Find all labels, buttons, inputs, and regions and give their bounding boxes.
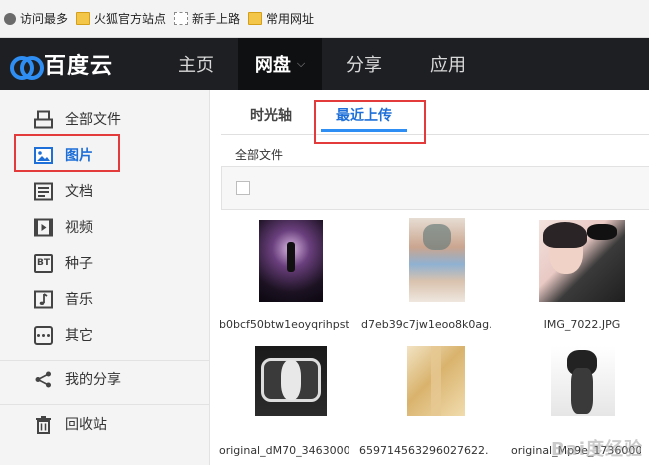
page-icon — [174, 12, 189, 25]
image-preview — [259, 220, 323, 302]
music-icon — [34, 290, 53, 309]
share-icon — [34, 370, 53, 389]
sidebar-item-label: 回收站 — [65, 417, 107, 433]
sidebar-item-documents[interactable]: 文档 — [0, 174, 210, 210]
sidebar-item-label: 全部文件 — [65, 112, 121, 128]
image-preview — [539, 220, 625, 302]
sidebar-item-music[interactable]: 音乐 — [0, 282, 210, 318]
sidebar-item-label: 我的分享 — [65, 372, 121, 388]
select-all-checkbox[interactable] — [236, 181, 250, 195]
nav-label: 网盘 — [254, 55, 291, 76]
cloud-logo-icon — [10, 52, 44, 80]
bookmark-label: 常用网址 — [266, 12, 315, 26]
nav-share[interactable]: 分享 — [322, 38, 406, 90]
file-name[interactable]: d7eb39c7jw1eoo8k0ag... — [361, 318, 491, 331]
bookmark-label: 访问最多 — [20, 12, 69, 26]
file-thumbnail[interactable] — [551, 346, 615, 416]
folder-icon — [248, 12, 263, 25]
main-content: 时光轴 最近上传 全部文件 b0bcf50btw1eoyqrihpst... d… — [211, 90, 649, 465]
sidebar-item-label: 音乐 — [65, 292, 93, 308]
gear-icon — [4, 12, 16, 25]
sidebar-divider — [0, 360, 210, 361]
file-thumbnail[interactable] — [407, 218, 467, 302]
bookmark-label: 火狐官方站点 — [94, 12, 167, 26]
sidebar-item-all-files[interactable]: 全部文件 — [0, 102, 210, 138]
bt-icon: BT — [34, 254, 53, 273]
chevron-down-icon: ⌵ — [296, 57, 306, 70]
sidebar-item-videos[interactable]: 视频 — [0, 210, 210, 246]
file-name[interactable]: b0bcf50btw1eoyqrihpst... — [219, 318, 349, 331]
folder-icon — [76, 12, 91, 25]
file-name[interactable]: 659714563296027622... — [359, 444, 489, 457]
nav-label: 主页 — [178, 55, 214, 76]
file-name[interactable]: IMG_7022.JPG — [517, 318, 647, 331]
sidebar-item-recycle-bin[interactable]: 回收站 — [0, 407, 210, 443]
sidebar-item-other[interactable]: 其它 — [0, 318, 210, 354]
file-thumbnail[interactable] — [255, 346, 327, 416]
file-name[interactable]: original_dM70_3463000... — [219, 444, 349, 457]
image-preview — [407, 346, 465, 416]
bookmark-most-visited[interactable]: 访问最多 — [4, 10, 68, 27]
watermark: Bai度经验 — [550, 439, 643, 460]
nav-label: 分享 — [346, 55, 382, 76]
sidebar-item-my-shares[interactable]: 我的分享 — [0, 362, 210, 398]
more-icon — [34, 326, 53, 345]
printer-icon — [34, 110, 53, 129]
file-thumbnail[interactable] — [259, 220, 323, 302]
trash-icon — [34, 415, 53, 434]
bookmarks-bar: 访问最多 火狐官方站点 新手上路 常用网址 — [0, 0, 649, 38]
file-thumbnail[interactable] — [539, 220, 625, 302]
breadcrumb[interactable]: 全部文件 — [235, 146, 283, 163]
bookmark-label: 新手上路 — [192, 12, 241, 26]
file-toolbar — [221, 166, 649, 210]
highlight-box-pictures — [14, 134, 120, 172]
sidebar-item-label: 种子 — [65, 256, 93, 272]
app-name: 百度云 — [44, 54, 114, 79]
nav-apps[interactable]: 应用 — [406, 38, 490, 90]
bookmark-getting-started[interactable]: 新手上路 — [174, 10, 240, 27]
sidebar-item-label: 视频 — [65, 220, 93, 236]
image-preview — [409, 218, 465, 302]
sidebar-item-label: 文档 — [65, 184, 93, 200]
highlight-box-recent-uploads — [314, 100, 426, 144]
bookmark-firefox-site[interactable]: 火狐官方站点 — [76, 10, 166, 27]
nav-netdisk[interactable]: 网盘 ⌵ — [238, 38, 322, 90]
sidebar-item-torrents[interactable]: BT 种子 — [0, 246, 210, 282]
sidebar-divider — [0, 404, 210, 405]
bookmark-common-sites[interactable]: 常用网址 — [248, 10, 314, 27]
sidebar-item-label: 其它 — [65, 328, 93, 344]
app-logo[interactable]: 百度云 — [0, 38, 154, 90]
video-icon — [34, 218, 53, 237]
image-preview — [255, 346, 327, 416]
tab-timeline[interactable]: 时光轴 — [233, 100, 309, 132]
nav-label: 应用 — [430, 55, 466, 76]
top-navigation: 百度云 主页 网盘 ⌵ 分享 应用 — [0, 38, 649, 90]
document-icon — [34, 182, 53, 201]
tabs-divider — [221, 134, 649, 135]
image-preview — [551, 346, 615, 416]
file-thumbnail[interactable] — [407, 346, 465, 416]
nav-home[interactable]: 主页 — [154, 38, 238, 90]
